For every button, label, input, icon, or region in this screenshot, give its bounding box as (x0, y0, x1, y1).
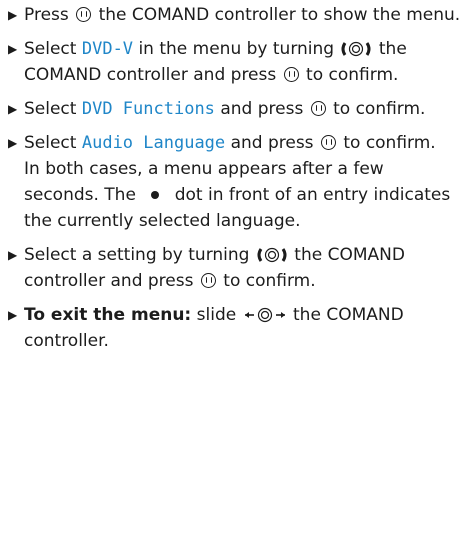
controller-press-icon (283, 67, 299, 82)
step-5: ▶ Select a setting by turning the COMAND… (8, 242, 462, 294)
step-4: ▶ Select Audio Language and press to con… (8, 130, 462, 234)
step-2-text-d: to confirm. (306, 65, 399, 85)
step-4-text-a: Select (24, 133, 77, 153)
step-5-text-a: Select a setting by turning (24, 245, 250, 265)
triangle-right-icon: ▶ (8, 248, 18, 262)
step-2-text-b: in the menu by turning (138, 39, 335, 59)
step-3-text-b: and press (220, 99, 304, 119)
step-4-text-c: to confirm. (343, 133, 436, 153)
exit-menu-heading: To exit the menu: (24, 305, 192, 325)
menu-item-dvd-v: DVD-V (81, 39, 134, 59)
triangle-right-icon: ▶ (8, 136, 18, 150)
triangle-right-icon: ▶ (8, 102, 18, 116)
triangle-right-icon: ▶ (8, 308, 18, 322)
step-6: ▶ To exit the menu: slide the COMAND con… (8, 302, 462, 354)
step-3-text-c: to confirm. (333, 99, 426, 119)
triangle-right-icon: ▶ (8, 8, 18, 22)
step-2: ▶ Select DVD-V in the menu by turning th… (8, 36, 462, 88)
step-1: ▶ Press the COMAND controller to show th… (8, 2, 462, 28)
triangle-right-icon: ▶ (8, 42, 18, 56)
controller-press-icon (320, 135, 336, 150)
step-3-text-a: Select (24, 99, 77, 119)
step-5-text-c: to confirm. (223, 271, 316, 291)
menu-item-audio-language: Audio Language (81, 133, 226, 153)
controller-slide-icon (244, 307, 285, 323)
step-6-text-a: slide (196, 305, 237, 325)
controller-press-icon (76, 7, 92, 22)
step-4-note: In both cases, a menu appears after a fe… (24, 156, 462, 234)
step-2-text-a: Select (24, 39, 77, 59)
step-1-text-b: the COMAND controller to show the menu. (98, 5, 461, 25)
controller-press-icon (310, 101, 326, 116)
dot-icon (151, 191, 160, 199)
controller-turn-icon (341, 41, 371, 57)
controller-press-icon (200, 273, 216, 288)
controller-turn-icon (257, 247, 287, 263)
step-4-text-b: and press (230, 133, 314, 153)
step-3: ▶ Select DVD Functions and press to conf… (8, 96, 462, 122)
instruction-list: ▶ Press the COMAND controller to show th… (0, 0, 462, 354)
step-1-text-a: Press (24, 5, 69, 25)
menu-item-dvd-functions: DVD Functions (81, 99, 215, 119)
